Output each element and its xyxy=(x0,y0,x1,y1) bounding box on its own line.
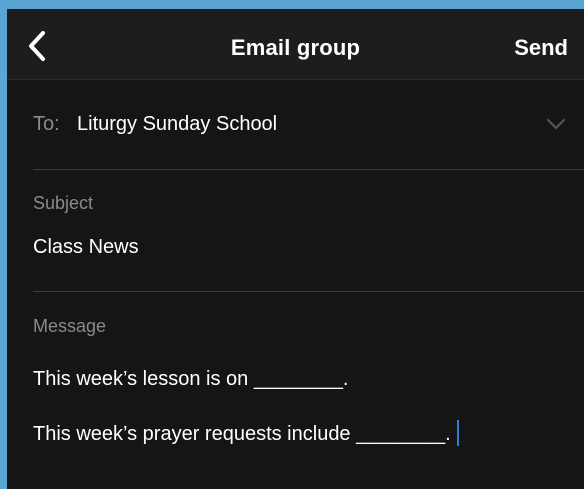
message-line-text: This week’s prayer requests include ____… xyxy=(33,423,451,445)
to-label: To: xyxy=(33,113,60,135)
subject-input[interactable]: Class News xyxy=(33,236,553,259)
recipient-value: Liturgy Sunday School xyxy=(77,113,278,135)
subject-label: Subject xyxy=(33,193,94,213)
chevron-down-icon[interactable] xyxy=(546,117,566,131)
recipient-selector[interactable]: To: Liturgy Sunday School xyxy=(33,79,584,170)
send-button[interactable]: Send xyxy=(514,35,568,61)
message-label: Message xyxy=(33,316,107,336)
subject-field[interactable]: Subject Class News xyxy=(33,170,584,292)
message-field[interactable]: Message This week’s lesson is on _______… xyxy=(33,292,584,489)
nav-bar: Email group Send xyxy=(7,9,584,80)
message-line[interactable]: This week’s prayer requests include ____… xyxy=(33,420,459,446)
text-cursor xyxy=(456,420,459,446)
message-line[interactable]: This week’s lesson is on ________. xyxy=(33,368,348,391)
message-line-text: This week’s lesson is on ________. xyxy=(33,368,349,390)
email-group-screen: Email group Send To: Liturgy Sunday Scho… xyxy=(7,9,584,489)
page-title: Email group xyxy=(230,35,361,60)
